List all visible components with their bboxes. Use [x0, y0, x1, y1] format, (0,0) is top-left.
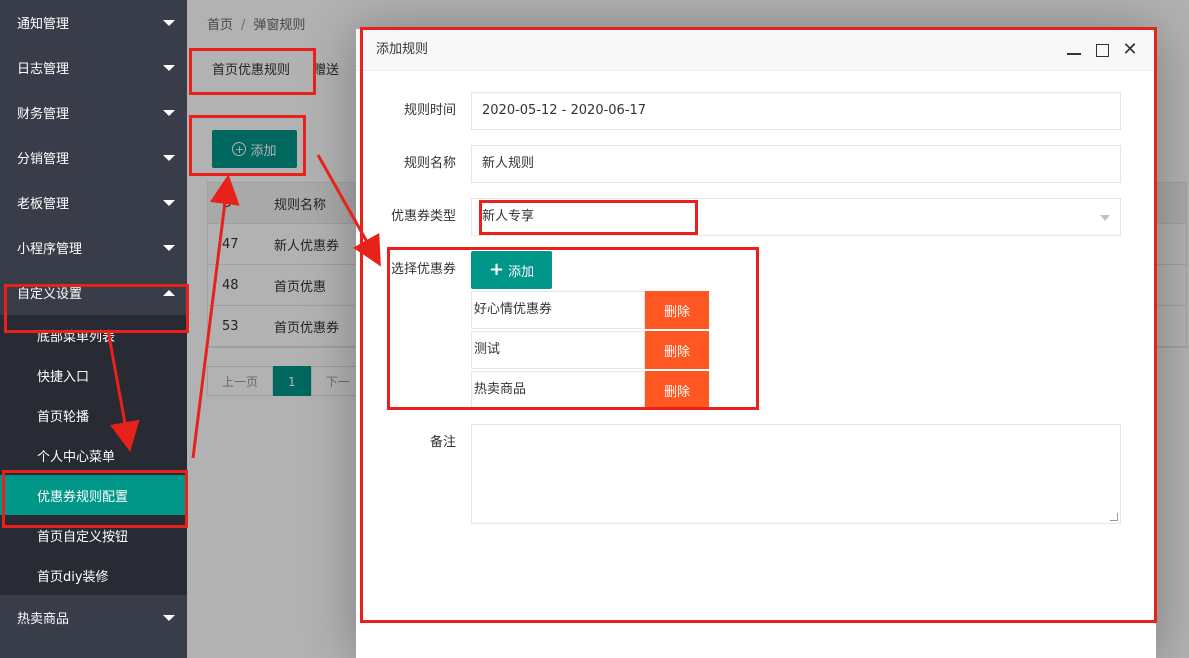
list-item: 热卖商品 删除 [471, 371, 709, 409]
field-remark: 备注 [356, 424, 1121, 524]
coupon-name: 测试 [471, 331, 645, 369]
sidebar-item-notice[interactable]: 通知管理 [0, 0, 187, 45]
sidebar-item-label: 财务管理 [17, 107, 70, 122]
maximize-icon[interactable] [1094, 42, 1110, 58]
list-item: 测试 删除 [471, 331, 709, 369]
sidebar-item-label: 分销管理 [17, 152, 70, 167]
delete-button[interactable]: 删除 [645, 291, 709, 329]
sidebar-subitem-coupon-rules[interactable]: 优惠券规则配置 [0, 475, 187, 515]
chevron-down-icon [163, 19, 175, 26]
sidebar-item-label: 小程序管理 [17, 242, 83, 257]
remark-textarea[interactable] [471, 424, 1121, 524]
field-coupon-type: 优惠券类型 新人专享 [356, 198, 1121, 236]
field-rule-time: 规则时间 2020-05-12 - 2020-06-17 [356, 92, 1121, 130]
sidebar-item-label: 自定义设置 [17, 287, 83, 302]
add-coupon-label: 添加 [508, 264, 535, 280]
field-select-coupon: 选择优惠券 + 添加 好心情优惠券 删除 测试 删除 热卖商品 删除 [356, 251, 709, 409]
chevron-up-icon [163, 289, 175, 296]
sidebar-submenu: 底部菜单列表 快捷入口 首页轮播 个人中心菜单 优惠券规则配置 首页自定义按钮 … [0, 315, 187, 595]
sidebar-item-miniapp[interactable]: 小程序管理 [0, 225, 187, 270]
delete-button[interactable]: 删除 [645, 331, 709, 369]
sidebar-item-log[interactable]: 日志管理 [0, 45, 187, 90]
chevron-down-icon [163, 244, 175, 251]
sidebar-item-hot-goods[interactable]: 热卖商品 [0, 595, 187, 640]
resize-handle-icon[interactable] [1110, 513, 1118, 521]
sidebar-subitem-shortcut[interactable]: 快捷入口 [0, 355, 187, 395]
coupon-name: 好心情优惠券 [471, 291, 645, 329]
sidebar-item-label: 日志管理 [17, 62, 70, 77]
rule-time-label: 规则时间 [403, 103, 456, 118]
dialog-title: 添加规则 [376, 42, 429, 57]
sidebar-item-custom-settings[interactable]: 自定义设置 [0, 270, 187, 315]
sidebar-subitem-diy[interactable]: 首页diy装修 [0, 555, 187, 595]
close-icon[interactable]: ✕ [1122, 41, 1138, 59]
list-item: 好心情优惠券 删除 [471, 291, 709, 329]
coupon-type-select[interactable]: 新人专享 [471, 198, 1121, 236]
sidebar-subitem-bottom-menu[interactable]: 底部菜单列表 [0, 315, 187, 355]
plus-icon: + [489, 259, 505, 280]
dialog-titlebar: 添加规则 ✕ [356, 29, 1156, 71]
select-coupon-label: 选择优惠券 [390, 262, 456, 277]
coupon-type-value: 新人专享 [482, 209, 535, 224]
sidebar-subitem-profile-menu[interactable]: 个人中心菜单 [0, 435, 187, 475]
chevron-down-icon [163, 614, 175, 621]
add-rule-dialog: 添加规则 ✕ 规则时间 2020-05-12 - 2020-06-17 规则名称… [356, 29, 1156, 658]
sidebar-subitem-carousel[interactable]: 首页轮播 [0, 395, 187, 435]
coupon-type-label: 优惠券类型 [390, 209, 456, 224]
field-rule-name: 规则名称 新人规则 [356, 145, 1121, 183]
chevron-down-icon [163, 154, 175, 161]
remark-label: 备注 [429, 435, 456, 450]
coupon-name: 热卖商品 [471, 371, 645, 409]
sidebar-item-finance[interactable]: 财务管理 [0, 90, 187, 135]
rule-name-input[interactable]: 新人规则 [471, 145, 1121, 183]
sidebar-item-label: 通知管理 [17, 17, 70, 32]
rule-time-input[interactable]: 2020-05-12 - 2020-06-17 [471, 92, 1121, 130]
add-coupon-button[interactable]: + 添加 [471, 251, 553, 289]
rule-name-label: 规则名称 [403, 156, 456, 171]
sidebar-item-boss[interactable]: 老板管理 [0, 180, 187, 225]
chevron-down-icon [163, 109, 175, 116]
dialog-controls: ✕ [1066, 29, 1138, 71]
sidebar-item-label: 热卖商品 [17, 612, 70, 627]
sidebar: 通知管理 日志管理 财务管理 分销管理 老板管理 小程序管理 自定义设置 底部菜… [0, 0, 187, 658]
delete-button[interactable]: 删除 [645, 371, 709, 409]
chevron-down-icon [163, 64, 175, 71]
chevron-down-icon [1100, 215, 1110, 221]
sidebar-item-distribution[interactable]: 分销管理 [0, 135, 187, 180]
minimize-icon[interactable] [1066, 42, 1082, 58]
sidebar-item-label: 老板管理 [17, 197, 70, 212]
chevron-down-icon [163, 199, 175, 206]
coupon-list: + 添加 好心情优惠券 删除 测试 删除 热卖商品 删除 [471, 251, 709, 409]
sidebar-subitem-home-buttons[interactable]: 首页自定义按钮 [0, 515, 187, 555]
